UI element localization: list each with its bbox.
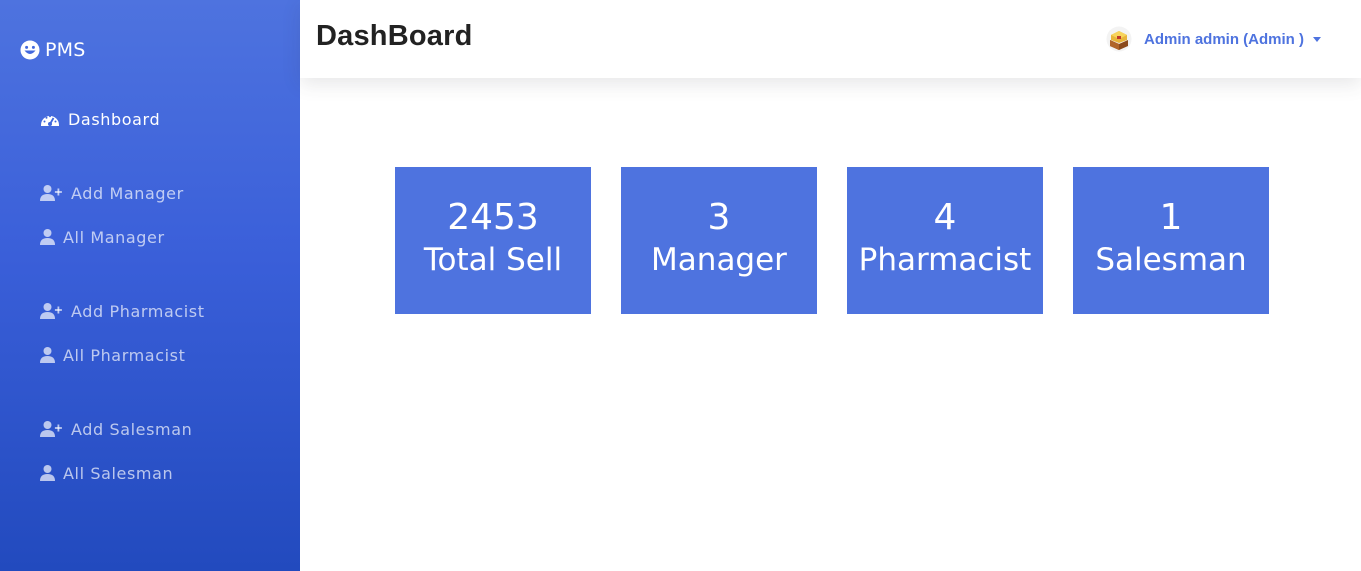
sidebar-item-add-salesman[interactable]: Add Salesman [40, 418, 192, 440]
avatar-icon [1106, 26, 1132, 52]
user-icon [40, 346, 55, 364]
sidebar-item-label: Add Manager [71, 183, 184, 203]
user-name: Admin admin (Admin ) [1144, 30, 1304, 48]
sidebar-item-label: All Manager [63, 227, 165, 247]
page-title: DashBoard [316, 20, 473, 52]
sidebar-item-all-salesman[interactable]: All Salesman [40, 462, 173, 484]
topbar: DashBoard Admin admin (Admin ) [300, 0, 1361, 78]
sidebar: PMS Dashboard Add Manager All Manager Ad… [0, 0, 300, 571]
stat-label: Pharmacist [858, 242, 1032, 278]
sidebar-item-label: Dashboard [68, 109, 161, 129]
stats-cards: 2453 Total Sell 3 Manager 4 Pharmacist 1… [395, 167, 1269, 314]
user-dropdown[interactable]: Admin admin (Admin ) [1106, 24, 1321, 54]
stat-card-salesman[interactable]: 1 Salesman [1073, 167, 1269, 314]
stat-count: 1 [1159, 197, 1183, 238]
stat-label: Manager [651, 242, 787, 278]
chevron-down-icon [1313, 36, 1321, 42]
user-plus-icon [40, 302, 63, 320]
stat-label: Total Sell [423, 242, 563, 278]
user-plus-icon [40, 420, 63, 438]
sidebar-item-all-manager[interactable]: All Manager [40, 226, 165, 248]
brand[interactable]: PMS [20, 38, 86, 62]
user-icon [40, 228, 55, 246]
tachometer-icon [40, 110, 60, 128]
brand-name: PMS [45, 39, 86, 61]
user-plus-icon [40, 184, 63, 202]
sidebar-item-dashboard[interactable]: Dashboard [40, 108, 160, 130]
stat-count: 4 [933, 197, 957, 238]
sidebar-item-label: Add Pharmacist [71, 301, 205, 321]
sidebar-item-label: All Salesman [63, 463, 174, 483]
sidebar-item-add-manager[interactable]: Add Manager [40, 182, 184, 204]
sidebar-item-label: Add Salesman [71, 419, 193, 439]
sidebar-item-add-pharmacist[interactable]: Add Pharmacist [40, 300, 205, 322]
sidebar-item-label: All Pharmacist [63, 345, 186, 365]
user-icon [40, 464, 55, 482]
stat-count: 2453 [447, 197, 539, 238]
stat-label: Salesman [1095, 242, 1247, 278]
stat-card-total-sell[interactable]: 2453 Total Sell [395, 167, 591, 314]
stat-card-manager[interactable]: 3 Manager [621, 167, 817, 314]
smile-icon [20, 40, 40, 60]
sidebar-item-all-pharmacist[interactable]: All Pharmacist [40, 344, 185, 366]
stat-card-pharmacist[interactable]: 4 Pharmacist [847, 167, 1043, 314]
stat-count: 3 [707, 197, 731, 238]
